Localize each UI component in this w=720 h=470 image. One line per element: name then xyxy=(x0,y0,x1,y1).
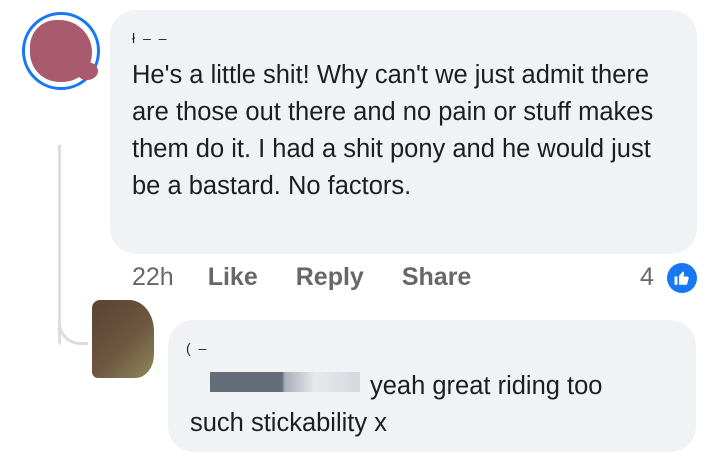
reply-author-name[interactable]: ( – xyxy=(186,340,208,356)
comment-text: He's a little shit! Why can't we just ad… xyxy=(132,61,654,200)
redacted-name-bar xyxy=(210,372,360,392)
reply-avatar[interactable] xyxy=(92,300,154,378)
comment-timestamp[interactable]: 22h xyxy=(132,263,174,292)
comment-actions: 22h Like Reply Share xyxy=(132,263,509,292)
reply-text-line-1: yeah great riding too xyxy=(370,372,603,400)
reply-button[interactable]: Reply xyxy=(296,263,364,292)
comment-author-name[interactable]: ł – – xyxy=(132,30,168,46)
reply-text-line-2: such stickability x xyxy=(190,409,387,437)
like-button[interactable]: Like xyxy=(208,263,258,292)
thread-connector xyxy=(58,300,88,345)
avatar[interactable] xyxy=(30,20,98,82)
share-button[interactable]: Share xyxy=(402,263,471,292)
like-icon[interactable] xyxy=(667,263,697,293)
reaction-count[interactable]: 4 xyxy=(640,263,654,292)
thumbs-up-icon xyxy=(674,271,689,285)
